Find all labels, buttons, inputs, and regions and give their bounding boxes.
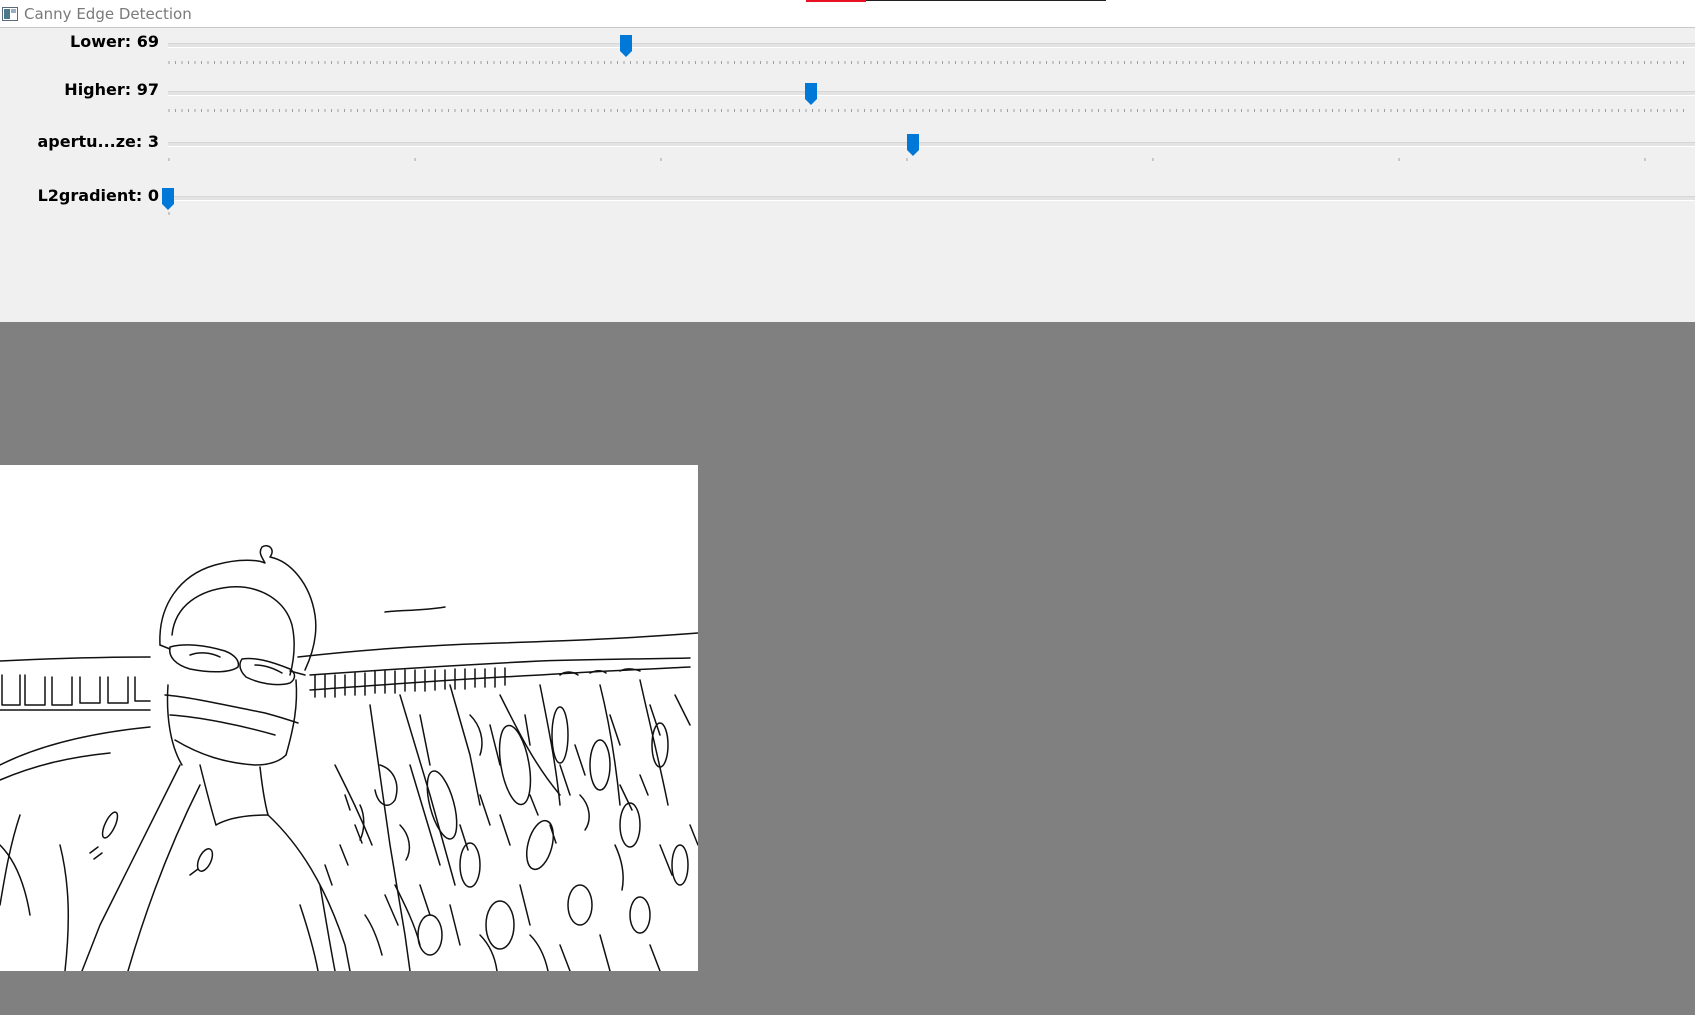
- app-icon: [2, 7, 18, 21]
- window-title: Canny Edge Detection: [24, 5, 192, 23]
- trackbar-aperture-slider[interactable]: [160, 130, 1695, 170]
- trackbar-l2gradient-thumb[interactable]: [161, 187, 175, 211]
- trackbar-l2gradient-ticks: [168, 212, 170, 215]
- trackbar-lower-ticks: [168, 61, 1684, 64]
- trackbar-lower-slider[interactable]: [160, 28, 1695, 68]
- window-titlebar[interactable]: Canny Edge Detection: [0, 0, 1695, 28]
- trackbar-aperture-ticks: [168, 158, 1646, 161]
- trackbar-aperture-label: apertu...ze: 3: [37, 132, 159, 151]
- trackbar-higher-ticks: [168, 109, 1684, 112]
- edge-drawing: [0, 545, 698, 971]
- trackbar-higher-slider[interactable]: [160, 76, 1695, 116]
- edge-image: [0, 465, 698, 971]
- trackbar-lower-thumb[interactable]: [619, 34, 633, 58]
- trackbar-lower-label: Lower: 69: [70, 32, 159, 51]
- trackbar-panel: Lower: 69 Higher: 97 apertu...ze: 3 L2gr…: [0, 28, 1695, 322]
- trackbar-higher-label: Higher: 97: [64, 80, 159, 99]
- trackbar-aperture-thumb[interactable]: [906, 133, 920, 157]
- trackbar-higher-thumb[interactable]: [804, 82, 818, 106]
- title-accent: [806, 0, 1106, 2]
- trackbar-l2gradient-slider[interactable]: [160, 184, 1695, 224]
- trackbar-l2gradient-label: L2gradient: 0: [37, 186, 159, 205]
